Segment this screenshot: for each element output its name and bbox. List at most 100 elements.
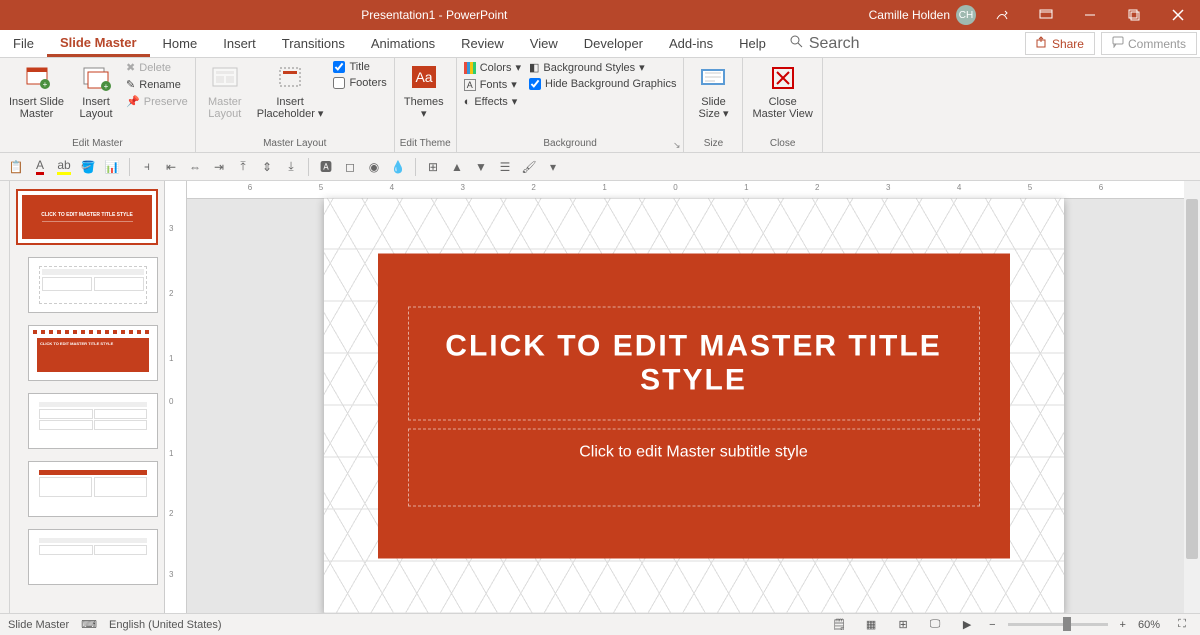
align-group-icon[interactable]: ⫞ <box>137 157 157 177</box>
tab-insert[interactable]: Insert <box>210 30 269 57</box>
accessibility-icon[interactable]: ⌨ <box>81 618 97 631</box>
rename-button[interactable]: ✎Rename <box>124 77 190 92</box>
group-edit-theme: Aa Themes▾ Edit Theme <box>395 58 457 152</box>
user-area[interactable]: Camille Holden CH <box>869 5 980 25</box>
themes-button[interactable]: Aa Themes▾ <box>400 60 448 122</box>
shape-fill-icon[interactable]: 🪣 <box>78 157 98 177</box>
align-middle-icon[interactable]: ⇕ <box>257 157 277 177</box>
tab-slide-master[interactable]: Slide Master <box>47 30 150 57</box>
notes-icon[interactable]: 🗒 <box>829 616 849 634</box>
align-center-icon[interactable]: ⇔ <box>185 157 205 177</box>
close-master-button[interactable]: Close Master View <box>748 60 816 122</box>
search-label: Search <box>809 35 860 53</box>
search-box[interactable]: Search <box>779 30 870 57</box>
zoom-in-icon[interactable]: + <box>1120 619 1126 631</box>
effects-button[interactable]: ◐Effects ▾ <box>462 94 523 109</box>
format-painter-icon[interactable]: 🖌 <box>519 157 539 177</box>
align-right-icon[interactable]: ⇥ <box>209 157 229 177</box>
tab-transitions[interactable]: Transitions <box>269 30 358 57</box>
paste-icon[interactable]: 📋 <box>6 157 26 177</box>
insert-slide-master-button[interactable]: + Insert Slide Master <box>5 60 68 122</box>
thumb-master[interactable]: CLICK TO EDIT MASTER TITLE STYLE <box>16 189 158 245</box>
close-icon[interactable] <box>1156 0 1200 30</box>
preserve-button[interactable]: 📌Preserve <box>124 94 190 109</box>
highlight-icon[interactable]: ab <box>54 157 74 177</box>
align-top-icon[interactable]: ⤒ <box>233 157 253 177</box>
vertical-scrollbar[interactable] <box>1184 181 1200 613</box>
chart-icon[interactable]: 📊 <box>102 157 122 177</box>
footers-checkbox[interactable]: Footers <box>331 76 388 90</box>
zoom-slider[interactable] <box>1008 623 1108 626</box>
merge-icon[interactable]: ◉ <box>364 157 384 177</box>
svg-text:Aa: Aa <box>415 69 432 85</box>
thumb-layout-4[interactable] <box>28 461 158 517</box>
more-icon[interactable]: ▾ <box>543 157 563 177</box>
bg-launcher-icon[interactable]: ↘ <box>673 140 681 151</box>
slide-size-button[interactable]: Slide Size ▾ <box>689 60 737 122</box>
delete-button[interactable]: ✖Delete <box>124 60 190 75</box>
colors-button[interactable]: Colors ▾ <box>462 60 523 75</box>
colors-icon <box>464 62 476 74</box>
group-master-layout: Master Layout Insert Placeholder ▾ Title… <box>196 58 395 152</box>
subtitle-placeholder[interactable]: Click to edit Master subtitle style <box>408 428 980 506</box>
minimize-icon[interactable] <box>1068 0 1112 30</box>
slide-canvas[interactable]: 6543210123456 CLICK TO EDIT MASTER TITLE… <box>187 181 1200 613</box>
slide[interactable]: CLICK TO EDIT MASTER TITLE STYLE Click t… <box>324 199 1064 614</box>
tab-help[interactable]: Help <box>726 30 779 57</box>
delete-icon: ✖ <box>126 61 135 74</box>
align-bottom-icon[interactable]: ⤓ <box>281 157 301 177</box>
simplify-ribbon-icon[interactable] <box>980 0 1024 30</box>
bring-forward-icon[interactable]: ▲ <box>447 157 467 177</box>
insert-layout-button[interactable]: + Insert Layout <box>72 60 120 122</box>
align-left-icon[interactable]: ⇤ <box>161 157 181 177</box>
outline-collapse[interactable] <box>0 181 10 613</box>
normal-view-icon[interactable]: ▦ <box>861 616 881 634</box>
content-box: CLICK TO EDIT MASTER TITLE STYLE Click t… <box>378 254 1010 559</box>
selection-pane-icon[interactable]: ☰ <box>495 157 515 177</box>
tab-review[interactable]: Review <box>448 30 517 57</box>
share-button[interactable]: Share <box>1025 32 1095 55</box>
send-backward-icon[interactable]: ▼ <box>471 157 491 177</box>
status-lang[interactable]: English (United States) <box>109 619 222 631</box>
thumb-layout-1[interactable] <box>28 257 158 313</box>
tab-animations[interactable]: Animations <box>358 30 448 57</box>
scroll-thumb[interactable] <box>1186 199 1198 559</box>
textbox-icon[interactable]: 🅰 <box>316 157 336 177</box>
slideshow-icon[interactable]: ▶ <box>957 616 977 634</box>
thumb-layout-3[interactable] <box>28 393 158 449</box>
search-icon <box>789 34 803 53</box>
svg-text:+: + <box>104 82 109 91</box>
zoom-level[interactable]: 60% <box>1138 619 1160 631</box>
zoom-out-icon[interactable]: − <box>989 619 995 631</box>
group-icon[interactable]: ⊞ <box>423 157 443 177</box>
status-bar: Slide Master ⌨ English (United States) 🗒… <box>0 613 1200 635</box>
thumb-layout-5[interactable] <box>28 529 158 585</box>
tab-developer[interactable]: Developer <box>571 30 656 57</box>
reading-view-icon[interactable]: 🖵 <box>925 616 945 634</box>
thumb-layout-2[interactable]: CLICK TO EDIT MASTER TITLE STYLE <box>28 325 158 381</box>
maximize-icon[interactable] <box>1112 0 1156 30</box>
shapes-icon[interactable]: ◻ <box>340 157 360 177</box>
tab-home[interactable]: Home <box>150 30 211 57</box>
insert-placeholder-button[interactable]: Insert Placeholder ▾ <box>253 60 328 122</box>
bg-styles-button[interactable]: ◧Background Styles ▾ <box>527 60 678 75</box>
horizontal-ruler: 6543210123456 <box>187 181 1200 199</box>
window-title: Presentation1 - PowerPoint <box>361 8 507 22</box>
title-checkbox[interactable]: Title <box>331 60 388 74</box>
title-placeholder[interactable]: CLICK TO EDIT MASTER TITLE STYLE <box>408 306 980 420</box>
fonts-button[interactable]: AFonts ▾ <box>462 77 523 92</box>
tab-view[interactable]: View <box>517 30 571 57</box>
status-view: Slide Master <box>8 619 69 631</box>
display-options-icon[interactable] <box>1024 0 1068 30</box>
font-color-icon[interactable]: A <box>30 157 50 177</box>
eyedropper-icon[interactable]: 💧 <box>388 157 408 177</box>
thumbnail-pane[interactable]: CLICK TO EDIT MASTER TITLE STYLE CLICK T… <box>10 181 165 613</box>
tab-file[interactable]: File <box>0 30 47 57</box>
comments-button[interactable]: Comments <box>1101 32 1197 55</box>
hide-bg-checkbox[interactable]: Hide Background Graphics <box>527 77 678 91</box>
fit-window-icon[interactable]: ⛶ <box>1172 616 1192 634</box>
ribbon: + Insert Slide Master + Insert Layout ✖D… <box>0 58 1200 153</box>
sorter-view-icon[interactable]: ⊞ <box>893 616 913 634</box>
preserve-icon: 📌 <box>126 95 140 108</box>
tab-addins[interactable]: Add-ins <box>656 30 726 57</box>
